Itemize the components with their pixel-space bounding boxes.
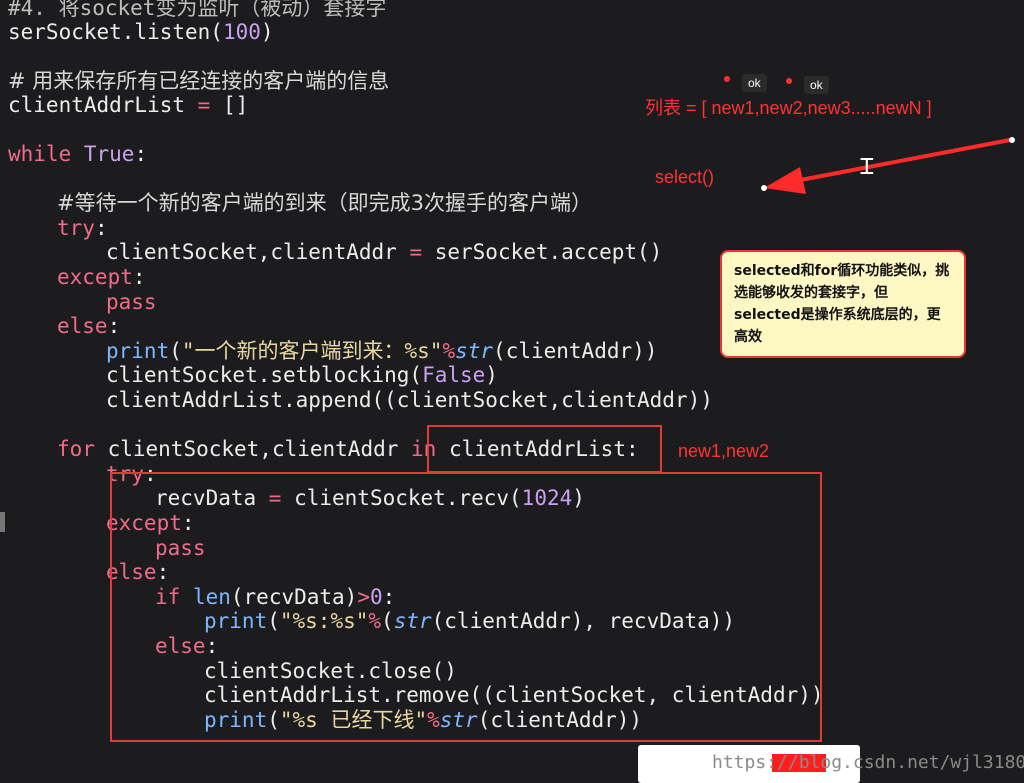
arrow-icon — [761, 137, 1015, 194]
explanation-note: selected和for循环功能类似，挑选能够收发的套接字，但selected是… — [720, 250, 966, 358]
watermark-text: https://blog.csdn.net/wjl31802 — [712, 752, 1024, 773]
text-cursor-icon: Ꮖ — [860, 155, 875, 180]
